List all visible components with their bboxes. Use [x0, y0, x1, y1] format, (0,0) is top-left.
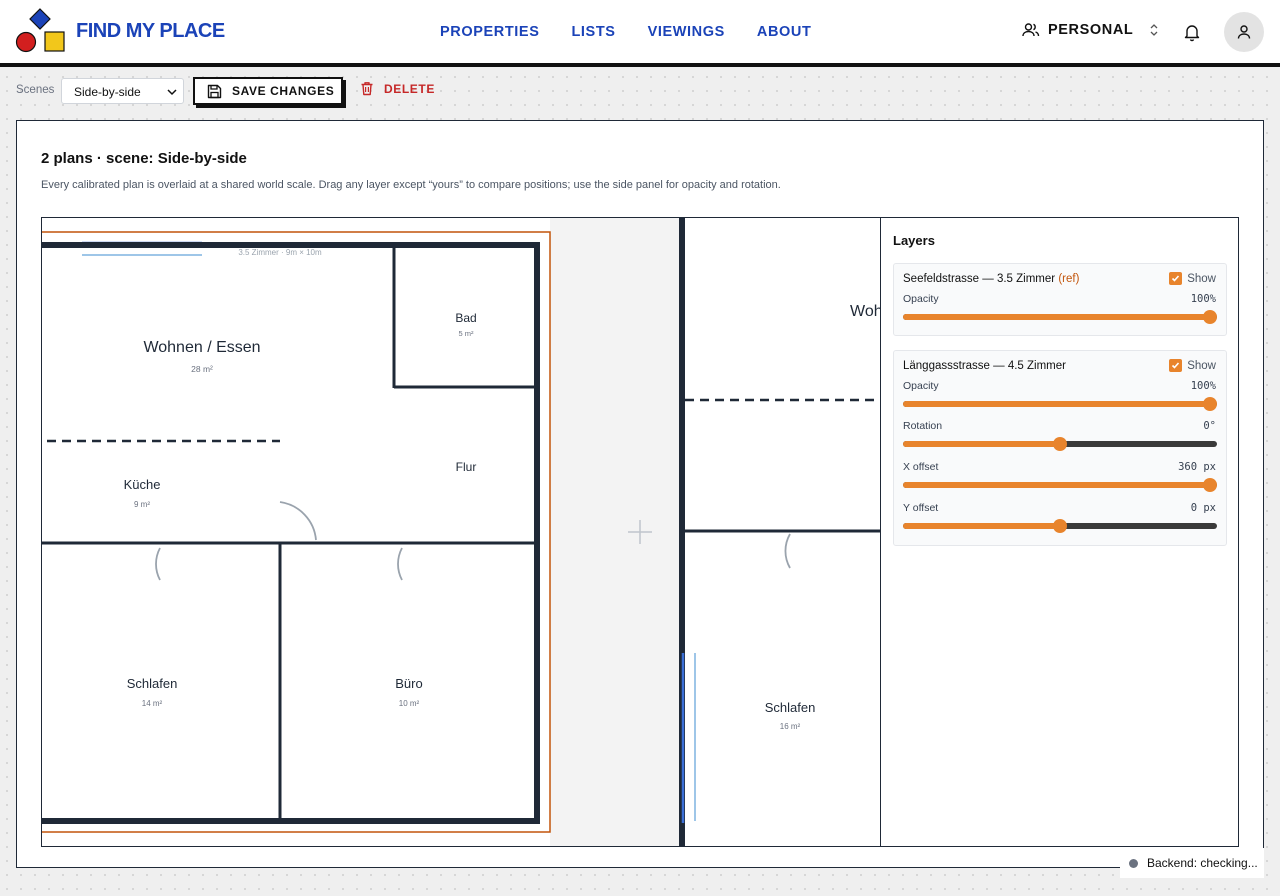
- show-toggle[interactable]: Show: [1169, 359, 1216, 372]
- opacity-label: Opacity: [903, 293, 939, 305]
- trash-icon: [361, 82, 373, 96]
- backend-status: Backend: checking...: [1120, 848, 1264, 878]
- room-label-flur: Flur: [456, 460, 477, 474]
- nav-properties[interactable]: PROPERTIES: [440, 24, 539, 40]
- y-offset-value: 0 px: [1190, 502, 1216, 514]
- room-label-kueche: Küche: [124, 477, 161, 492]
- room-label-schlafen-2: Schlafen: [765, 700, 816, 715]
- scene-toolbar: Scenes Side-by-side SAVE CHANGES DELETE: [16, 77, 496, 105]
- room-area-bad: 5 m²: [459, 329, 475, 338]
- bell-icon[interactable]: [1182, 22, 1202, 42]
- room-area-kueche: 9 m²: [134, 500, 150, 509]
- opacity-slider[interactable]: [903, 310, 1217, 324]
- scene-description: Every calibrated plan is overlaid at a s…: [41, 179, 781, 191]
- slider-fill: [903, 441, 1060, 447]
- main-nav: PROPERTIES LISTS VIEWINGS ABOUT: [440, 24, 811, 40]
- scene-select-value: Side-by-side: [74, 85, 141, 99]
- room-label-wohnen: Wohnen: [850, 303, 880, 320]
- nav-lists[interactable]: LISTS: [571, 24, 615, 40]
- show-toggle[interactable]: Show: [1169, 272, 1216, 285]
- rotation-label: Rotation: [903, 420, 943, 432]
- slider-handle[interactable]: [1203, 397, 1217, 411]
- nav-about[interactable]: ABOUT: [757, 24, 812, 40]
- show-checkbox[interactable]: [1169, 272, 1183, 285]
- room-label-buero: Büro: [395, 676, 422, 691]
- room-area-schlafen-2: 16 m²: [780, 722, 801, 731]
- slider-handle[interactable]: [1203, 310, 1217, 324]
- slider-fill: [903, 482, 1210, 488]
- y-offset-slider[interactable]: [903, 519, 1217, 533]
- x-offset-value: 360 px: [1178, 461, 1216, 473]
- backend-status-text: Backend: checking...: [1147, 856, 1258, 870]
- show-label: Show: [1187, 359, 1216, 372]
- slider-fill: [903, 401, 1210, 407]
- room-label-wohnen-essen: Wohnen / Essen: [143, 339, 260, 356]
- scenes-label: Scenes: [16, 84, 55, 96]
- save-changes-label: SAVE CHANGES: [232, 84, 335, 98]
- opacity-label: Opacity: [903, 380, 939, 392]
- brand-logo[interactable]: [14, 8, 66, 54]
- delete-button[interactable]: DELETE: [360, 81, 435, 96]
- delete-label: DELETE: [384, 81, 435, 96]
- floppy-disk-icon: [207, 84, 222, 98]
- room-area-schlafen: 14 m²: [142, 699, 163, 708]
- slider-handle[interactable]: [1053, 519, 1067, 533]
- save-changes-button[interactable]: SAVE CHANGES: [193, 77, 343, 105]
- brand-name[interactable]: FIND MY PLACE: [76, 20, 225, 43]
- plan-canvas[interactable]: 3.5 Zimmer · 9m × 10m Wohnen / Essen 28 …: [41, 217, 1239, 847]
- layer-name-text: Seefeldstrasse — 3.5 Zimmer: [903, 273, 1056, 285]
- layer-card-seefeldstrasse: Seefeldstrasse — 3.5 Zimmer (ref) Show O…: [893, 263, 1227, 336]
- status-dot: [1129, 858, 1138, 868]
- slider-handle[interactable]: [1053, 437, 1067, 451]
- nav-viewings[interactable]: VIEWINGS: [648, 24, 725, 40]
- check-icon: [1172, 275, 1180, 282]
- plan-overlay: 3.5 Zimmer · 9m × 10m Wohnen / Essen 28 …: [42, 218, 880, 846]
- ref-tag: (ref): [1058, 273, 1080, 285]
- scene-select[interactable]: Side-by-side: [61, 78, 184, 104]
- room-label-bad: Bad: [455, 311, 476, 325]
- chevron-up-down-icon: [1150, 24, 1158, 36]
- layer-name: Seefeldstrasse — 3.5 Zimmer (ref): [903, 273, 1079, 285]
- workspace-switcher[interactable]: PERSONAL: [1022, 22, 1161, 38]
- room-label-schlafen: Schlafen: [127, 676, 178, 691]
- user-icon: [1237, 25, 1251, 39]
- top-navigation-bar: FIND MY PLACE PROPERTIES LISTS VIEWINGS …: [0, 0, 1280, 67]
- workspace-label: PERSONAL: [1048, 22, 1134, 38]
- layer-name: Länggassstrasse — 4.5 Zimmer: [903, 360, 1066, 372]
- x-offset-label: X offset: [903, 461, 939, 473]
- opacity-slider[interactable]: [903, 397, 1217, 411]
- slider-fill: [903, 523, 1060, 529]
- room-area-buero: 10 m²: [399, 699, 420, 708]
- layer-name-text: Länggassstrasse — 4.5 Zimmer: [903, 360, 1066, 372]
- x-offset-slider[interactable]: [903, 478, 1217, 492]
- opacity-value: 100%: [1190, 380, 1216, 392]
- plan1-caption: 3.5 Zimmer · 9m × 10m: [238, 248, 322, 257]
- scene-card: 2 plans · scene: Side-by-side Every cali…: [16, 120, 1264, 868]
- user-avatar-button[interactable]: [1224, 12, 1264, 52]
- show-checkbox[interactable]: [1169, 359, 1183, 372]
- check-icon: [1172, 362, 1180, 369]
- show-label: Show: [1187, 272, 1216, 285]
- room-area-wohnen-essen: 28 m²: [191, 364, 213, 374]
- users-icon: [1022, 23, 1040, 37]
- rotation-slider[interactable]: [903, 437, 1217, 451]
- rotation-value: 0°: [1203, 420, 1216, 432]
- slider-fill: [903, 314, 1210, 320]
- layers-panel: Layers Seefeldstrasse — 3.5 Zimmer (ref)…: [880, 218, 1238, 846]
- slider-handle[interactable]: [1203, 478, 1217, 492]
- chevron-down-icon: [167, 89, 177, 96]
- opacity-value: 100%: [1190, 293, 1216, 305]
- scene-title: 2 plans · scene: Side-by-side: [41, 150, 247, 167]
- layers-title: Layers: [893, 233, 935, 248]
- layer-card-laenggassstrasse: Länggassstrasse — 4.5 Zimmer Show Opacit…: [893, 350, 1227, 546]
- y-offset-label: Y offset: [903, 502, 939, 514]
